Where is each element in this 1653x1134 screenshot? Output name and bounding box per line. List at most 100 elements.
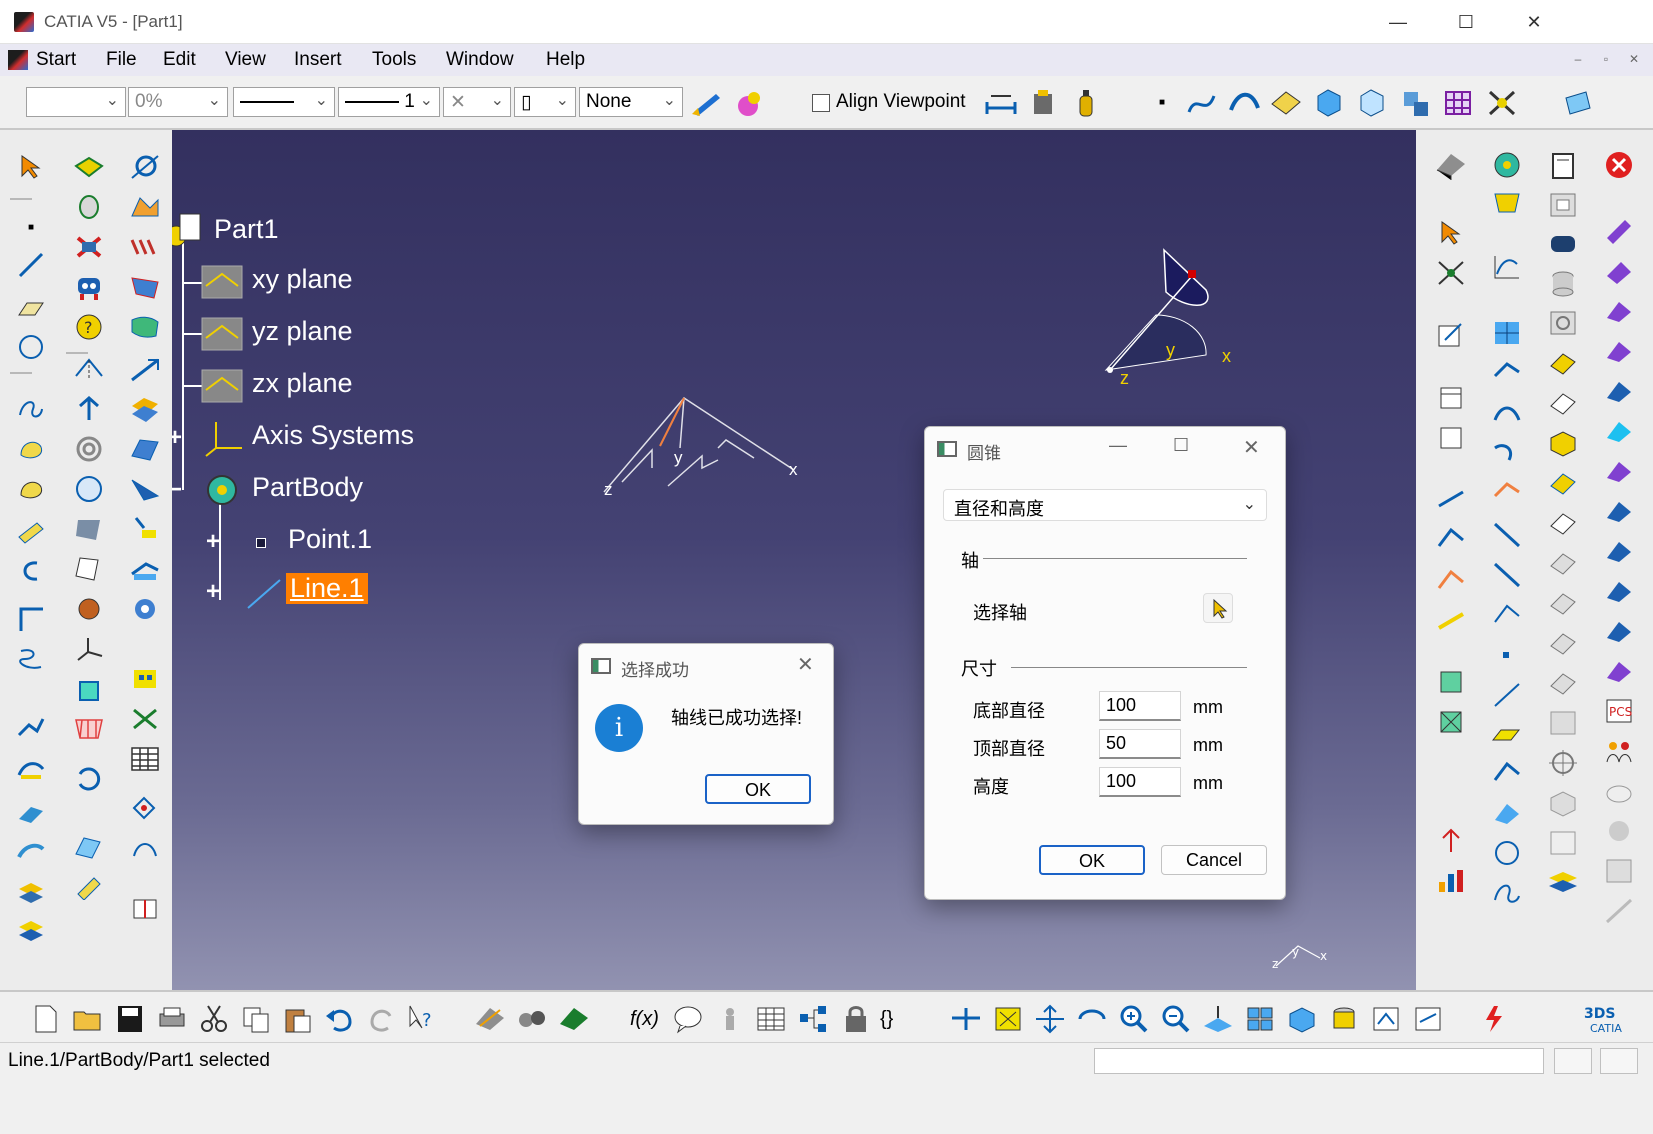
maximize-button[interactable]: ☐ [1446,8,1486,36]
catalog-icon[interactable] [1490,186,1524,220]
sweep-solid-icon[interactable] [1546,466,1580,500]
project-icon[interactable] [14,712,48,746]
fly-mode-icon[interactable] [950,1004,982,1034]
rotate-icon[interactable] [128,790,162,824]
edit-sketch-icon[interactable] [1434,318,1468,352]
menu-edit[interactable]: Edit [163,49,196,71]
tree-item-xy-plane[interactable]: xy plane [248,264,357,295]
plane-icon[interactable] [14,292,48,326]
circle-icon[interactable] [14,330,48,364]
point-icon[interactable]: ■ [14,210,48,244]
shading-icon[interactable] [1328,1004,1360,1034]
join-icon[interactable] [14,514,48,548]
offset-face-icon[interactable] [1546,586,1580,620]
offset-icon[interactable] [14,836,48,870]
cube-icon[interactable] [1546,426,1580,460]
tree-item-axis-systems[interactable]: Axis Systems [248,420,418,451]
curve-tool-icon[interactable] [1490,436,1524,470]
color-fill-icon[interactable] [1602,254,1636,288]
analysis-icon[interactable] [558,1004,590,1034]
height-input[interactable]: 100 [1099,767,1181,797]
fillet-edge-icon[interactable] [1546,226,1580,260]
command-input[interactable] [1094,1048,1544,1074]
dot-icon[interactable] [1490,638,1524,672]
sweep-surface-icon[interactable] [1228,88,1260,118]
translate-icon[interactable] [72,392,106,426]
cycle-icon[interactable] [72,762,106,796]
formula-icon[interactable]: f(x) [630,1004,662,1034]
lightning-icon[interactable] [1478,1004,1510,1034]
pcs-icon[interactable]: PCS [1602,694,1636,728]
cylinder-icon[interactable] [1546,266,1580,300]
box-view-icon[interactable] [1434,420,1468,454]
mdi-restore-icon[interactable]: ▫ [1596,52,1616,70]
mesh-icon[interactable] [72,712,106,746]
curve-surface-icon[interactable] [14,796,48,830]
scale-icon[interactable] [128,702,162,736]
point-tool-icon[interactable]: ■ [1146,88,1178,118]
brace-icon[interactable]: {} [880,1004,912,1034]
surface-edit-icon[interactable] [1434,564,1468,598]
sketch-mode-icon[interactable] [474,1004,506,1034]
gear-tool-icon[interactable] [1490,148,1524,182]
bridge-icon[interactable] [14,752,48,786]
cut-tool-icon[interactable] [1490,558,1524,592]
menu-window[interactable]: Window [446,49,514,71]
pattern-icon[interactable] [128,230,162,264]
box-ghost-icon[interactable] [1546,786,1580,820]
shaft-icon[interactable] [72,190,106,224]
workbench-icon[interactable] [1562,88,1594,118]
thickness-icon[interactable] [1602,414,1636,448]
mdi-minimize-icon[interactable]: – [1568,52,1588,70]
cloud-icon[interactable] [1602,774,1636,808]
close-window-button[interactable]: ✕ [1514,8,1554,36]
explode-icon[interactable] [1486,88,1518,118]
select-axis-button[interactable] [1203,593,1233,623]
align-viewpoint-checkbox[interactable] [812,94,830,112]
pointer-select-icon[interactable] [1434,216,1468,250]
menu-tools[interactable]: Tools [372,49,416,71]
normal-view-icon[interactable] [1202,1004,1234,1034]
draft-icon[interactable] [72,592,106,626]
plane-tool-icon[interactable] [1270,88,1302,118]
ring-icon[interactable] [1546,306,1580,340]
arc-icon[interactable] [1490,396,1524,430]
tree-item-yz-plane[interactable]: yz plane [248,316,357,347]
cut-surface-icon[interactable] [1602,214,1636,248]
exit-icon[interactable] [1602,148,1636,182]
chart-bar-icon[interactable] [1434,864,1468,898]
grab-icon[interactable] [72,472,106,506]
gear-pattern-icon[interactable] [128,592,162,626]
circle-tool-icon[interactable] [1490,836,1524,870]
zoom-in-icon[interactable] [1118,1004,1150,1034]
knowledge-icon[interactable] [714,1004,746,1034]
expand-plus-icon[interactable]: + [172,426,190,450]
symmetry-icon[interactable] [128,892,162,926]
menu-help[interactable]: Help [546,49,585,71]
rib-icon[interactable] [128,190,162,224]
iso-icon[interactable] [1602,574,1636,608]
pink-surface-icon[interactable] [1602,654,1636,688]
hierarchy-icon[interactable] [798,1004,830,1034]
spiral-icon[interactable] [1490,876,1524,910]
measure-between-icon[interactable] [985,88,1017,118]
stripe-icon[interactable] [1490,518,1524,552]
menu-start[interactable]: Start [36,49,76,71]
redo-icon[interactable] [366,1004,398,1034]
help-query-icon[interactable]: ? [72,310,106,344]
iso-view-icon[interactable] [1286,1004,1318,1034]
remove-icon[interactable] [1602,374,1636,408]
wrap-icon[interactable] [128,552,162,586]
hide-show-icon[interactable] [1370,1004,1402,1034]
remove-face-icon[interactable] [1490,476,1524,510]
lock-icon[interactable] [840,1004,872,1034]
comment-icon[interactable] [672,1004,704,1034]
pad-icon[interactable] [72,150,106,184]
collapse-minus-icon[interactable]: − [172,478,190,502]
edit-surface-icon[interactable] [1546,386,1580,420]
menu-file[interactable]: File [106,49,137,71]
measure-inertia-icon[interactable] [1070,88,1102,118]
mirror-surface-icon[interactable] [1490,356,1524,390]
helix-icon[interactable] [72,432,106,466]
whats-this-icon[interactable]: ? [406,1004,438,1034]
